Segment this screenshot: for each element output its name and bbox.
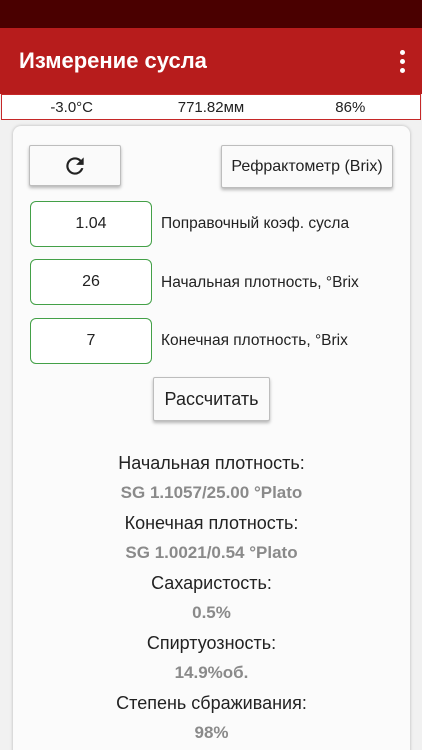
original-gravity-result-label: Начальная плотность: (118, 453, 305, 473)
calculator-card: Рефрактометр (Brix) 1.04 Поправочный коэ… (13, 126, 410, 750)
original-gravity-result-value: SG 1.1057/25.00 °Plato (120, 483, 303, 502)
refresh-icon (66, 156, 84, 175)
wort-correction-factor-input[interactable]: 1.04 (30, 201, 152, 247)
final-gravity-label: Конечная плотность, °Brix (161, 332, 348, 349)
calculate-button[interactable]: Рассчитать (153, 377, 270, 421)
alcohol-content-value: 14.9%об. (174, 663, 249, 682)
status-bar (0, 0, 422, 28)
refresh-button[interactable] (29, 145, 121, 186)
wort-correction-factor-label: Поправочный коэф. сусла (161, 215, 350, 232)
original-gravity-label: Начальная плотность, °Brix (161, 274, 359, 291)
original-gravity-input[interactable]: 26 (30, 259, 152, 305)
app-title: Измерение сусла (19, 48, 207, 73)
humidity-readout: 86% (335, 98, 366, 116)
alcohol-content-label: Спиртуозность: (146, 633, 277, 653)
temperature-readout: -3.0°C (50, 98, 93, 116)
overflow-menu-icon[interactable] (392, 46, 412, 76)
attenuation-value: 98% (194, 723, 229, 742)
app-bar: Измерение сусла (0, 28, 422, 94)
sugar-content-label: Сахаристость: (151, 573, 272, 593)
results-section: Начальная плотность: SG 1.1057/25.00 °Pl… (13, 450, 410, 750)
weather-info-strip: -3.0°C 771.82мм 86% (1, 94, 421, 120)
final-gravity-input[interactable]: 7 (30, 318, 152, 364)
sugar-content-value: 0.5% (192, 603, 231, 622)
final-gravity-result-label: Конечная плотность: (124, 513, 299, 533)
attenuation-label: Степень сбраживания: (116, 693, 307, 713)
pressure-readout: 771.82мм (177, 98, 245, 116)
final-gravity-result-value: SG 1.0021/0.54 °Plato (125, 543, 298, 562)
refractometer-mode-button[interactable]: Рефрактометр (Brix) (221, 145, 393, 188)
